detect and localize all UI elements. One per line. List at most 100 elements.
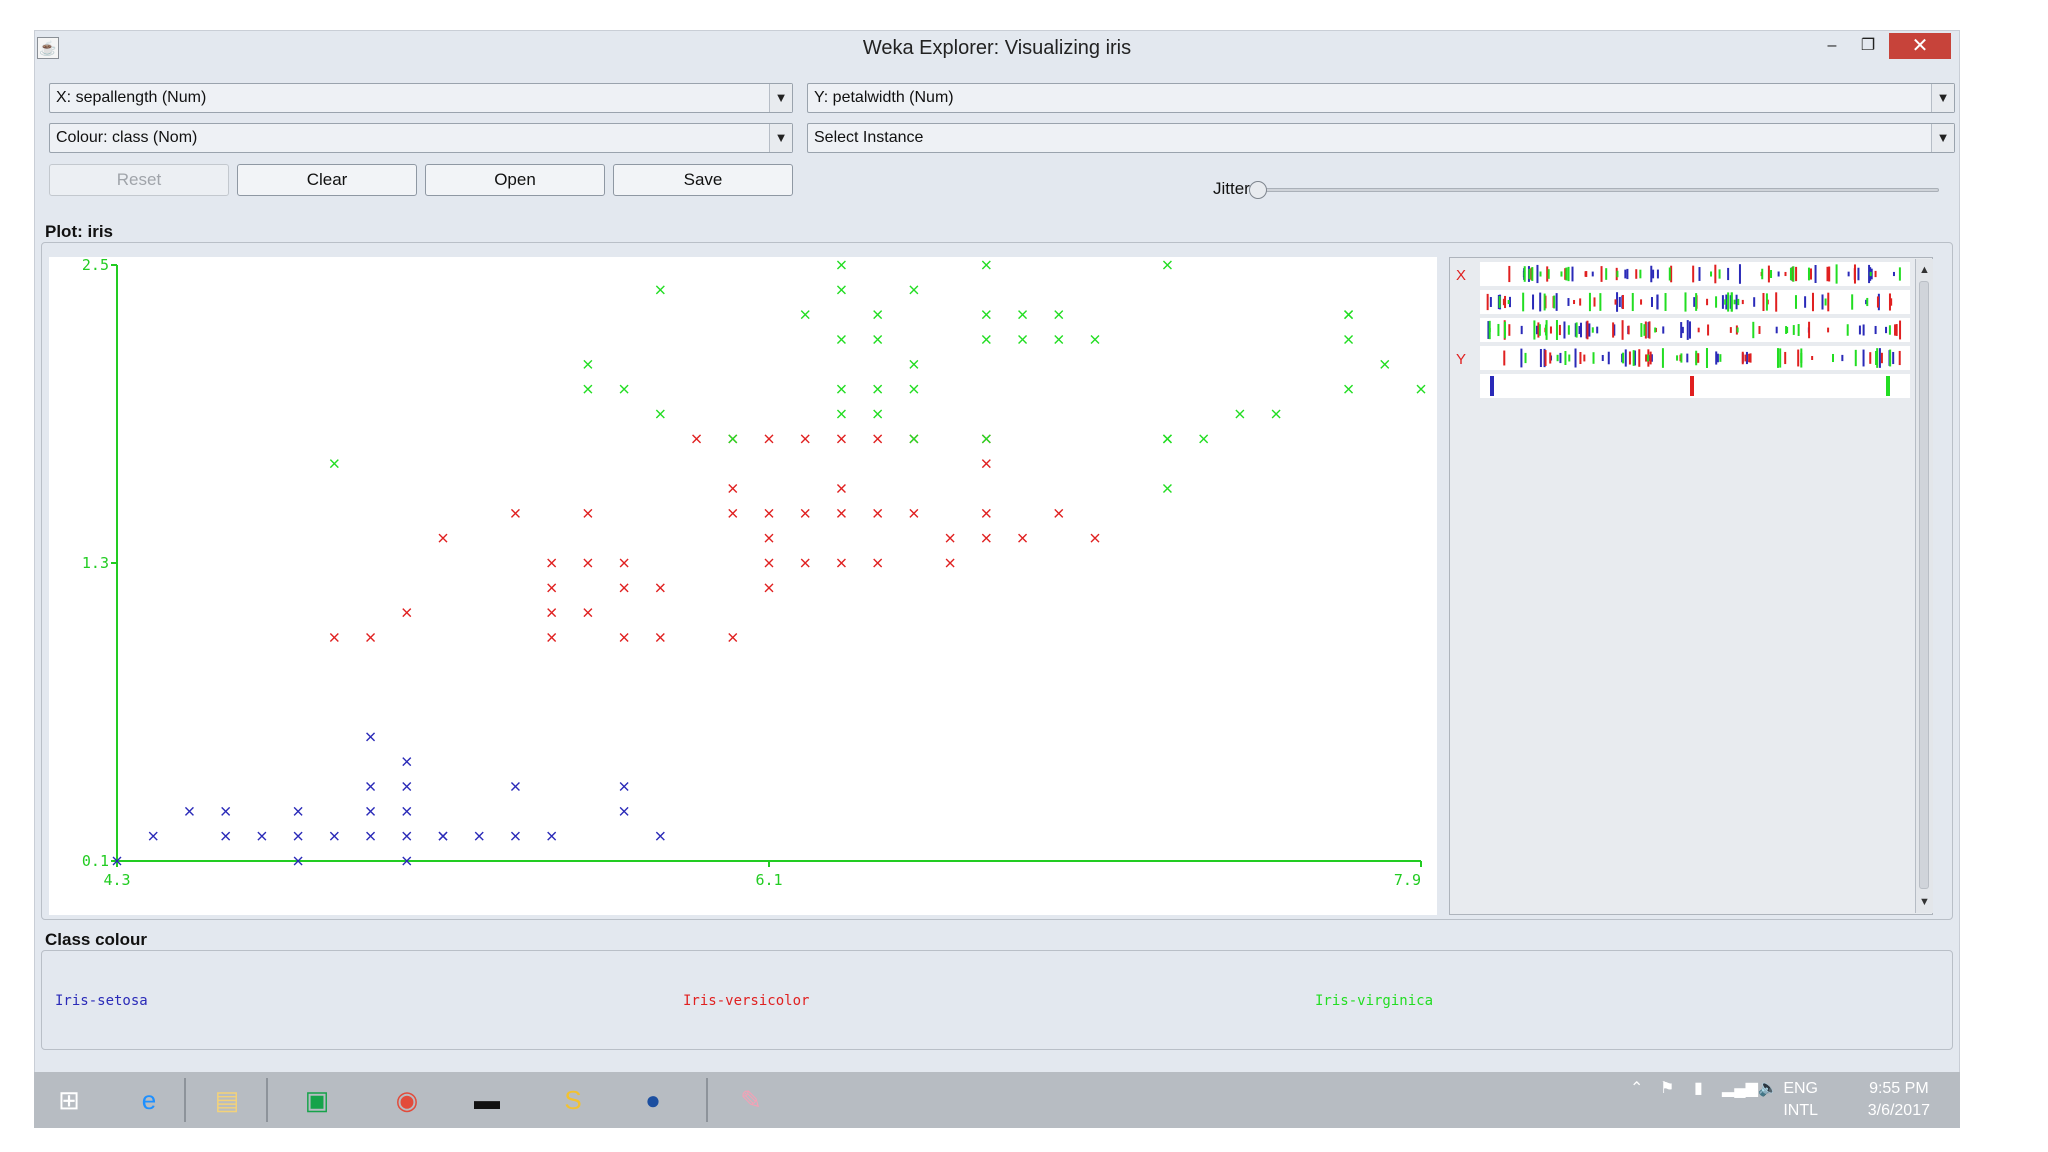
data-point-iris-versicolor[interactable]: [873, 558, 883, 568]
scatter-plot[interactable]: 4.3 6.1 7.9 2.5 1.3 0.1: [49, 256, 1437, 915]
data-point-iris-versicolor[interactable]: [583, 508, 593, 518]
data-point-iris-setosa[interactable]: [221, 806, 231, 816]
data-point-iris-virginica[interactable]: [655, 409, 665, 419]
save-button[interactable]: Save: [613, 164, 793, 196]
data-point-iris-setosa[interactable]: [474, 831, 484, 841]
data-point-iris-virginica[interactable]: [1235, 409, 1245, 419]
store-icon[interactable]: ▣: [290, 1076, 344, 1124]
legend-iris-setosa[interactable]: Iris-setosa: [55, 993, 148, 1009]
data-point-iris-versicolor[interactable]: [547, 633, 557, 642]
data-point-iris-versicolor[interactable]: [981, 533, 991, 543]
data-point-iris-virginica[interactable]: [836, 384, 846, 394]
data-point-iris-versicolor[interactable]: [655, 583, 665, 593]
data-point-iris-versicolor[interactable]: [728, 484, 738, 493]
data-point-iris-virginica[interactable]: [981, 260, 991, 270]
title-bar[interactable]: ☕ Weka Explorer: Visualizing iris – ❐ ✕: [35, 31, 1959, 69]
data-point-iris-virginica[interactable]: [909, 384, 919, 394]
data-point-iris-versicolor[interactable]: [547, 558, 557, 568]
data-point-iris-versicolor[interactable]: [764, 558, 774, 568]
clear-button[interactable]: Clear: [237, 164, 417, 196]
data-point-iris-virginica[interactable]: [583, 384, 593, 394]
data-point-iris-versicolor[interactable]: [800, 558, 810, 568]
data-point-iris-virginica[interactable]: [836, 260, 846, 270]
data-point-iris-setosa[interactable]: [293, 806, 303, 816]
data-point-iris-virginica[interactable]: [583, 359, 593, 369]
data-point-iris-versicolor[interactable]: [945, 533, 955, 543]
data-point-iris-virginica[interactable]: [1054, 335, 1064, 344]
network-icon[interactable]: ▂▄▆: [1722, 1078, 1758, 1098]
data-point-iris-versicolor[interactable]: [764, 508, 774, 518]
data-point-iris-versicolor[interactable]: [1018, 533, 1028, 543]
data-point-iris-versicolor[interactable]: [981, 508, 991, 518]
scroll-down-icon[interactable]: ▼: [1916, 893, 1933, 911]
data-point-iris-setosa[interactable]: [402, 806, 412, 816]
close-icon[interactable]: ✕: [1889, 33, 1951, 59]
system-clock[interactable]: 9:55 PM 3/6/2017: [1868, 1078, 1930, 1122]
data-point-iris-versicolor[interactable]: [547, 583, 557, 593]
data-point-iris-versicolor[interactable]: [836, 484, 846, 493]
data-point-iris-setosa[interactable]: [221, 831, 231, 841]
data-point-iris-virginica[interactable]: [1344, 335, 1354, 344]
data-point-iris-setosa[interactable]: [366, 732, 376, 742]
data-point-iris-setosa[interactable]: [402, 757, 412, 767]
select-instance-select[interactable]: Select Instance ▼: [807, 123, 1955, 153]
data-point-iris-versicolor[interactable]: [909, 508, 919, 518]
data-point-iris-versicolor[interactable]: [1054, 508, 1064, 518]
data-point-iris-setosa[interactable]: [510, 782, 520, 791]
minimize-icon[interactable]: –: [1815, 33, 1849, 59]
data-point-iris-versicolor[interactable]: [402, 608, 412, 618]
data-point-iris-setosa[interactable]: [438, 831, 448, 841]
cmd-icon[interactable]: ▬: [460, 1076, 514, 1124]
data-point-iris-setosa[interactable]: [148, 831, 158, 841]
chrome-icon[interactable]: ◉: [380, 1076, 434, 1124]
chevron-down-icon[interactable]: ▼: [1931, 84, 1954, 112]
data-point-iris-versicolor[interactable]: [764, 434, 774, 444]
data-point-iris-setosa[interactable]: [547, 831, 557, 841]
data-point-iris-virginica[interactable]: [1162, 260, 1172, 270]
data-point-iris-setosa[interactable]: [366, 782, 376, 791]
attribute-bar-row[interactable]: [1480, 262, 1910, 286]
data-point-iris-versicolor[interactable]: [873, 508, 883, 518]
data-point-iris-virginica[interactable]: [836, 285, 846, 295]
data-point-iris-virginica[interactable]: [1199, 434, 1209, 444]
data-point-iris-virginica[interactable]: [873, 409, 883, 419]
attribute-bar-row[interactable]: [1480, 374, 1910, 398]
data-point-iris-versicolor[interactable]: [873, 434, 883, 444]
data-point-iris-setosa[interactable]: [619, 782, 629, 791]
legend-iris-virginica[interactable]: Iris-virginica: [1315, 993, 1433, 1009]
data-point-iris-versicolor[interactable]: [764, 583, 774, 593]
paint-icon[interactable]: ✎: [724, 1076, 778, 1124]
data-point-iris-versicolor[interactable]: [329, 633, 339, 642]
data-point-iris-virginica[interactable]: [1054, 310, 1064, 320]
reset-button[interactable]: Reset: [49, 164, 229, 196]
data-point-iris-versicolor[interactable]: [510, 508, 520, 518]
data-point-iris-versicolor[interactable]: [692, 434, 702, 444]
x-axis-select[interactable]: X: sepallength (Num) ▼: [49, 83, 793, 113]
side-panel-scrollbar[interactable]: ▲ ▼: [1915, 259, 1933, 913]
chevron-down-icon[interactable]: ▼: [769, 84, 792, 112]
data-point-iris-virginica[interactable]: [981, 310, 991, 320]
scroll-up-icon[interactable]: ▲: [1916, 261, 1933, 279]
data-point-iris-virginica[interactable]: [329, 459, 339, 469]
battery-icon[interactable]: ▮: [1694, 1078, 1703, 1098]
data-point-iris-setosa[interactable]: [402, 831, 412, 841]
internet-explorer-icon[interactable]: e: [122, 1076, 176, 1124]
data-point-iris-virginica[interactable]: [909, 434, 919, 444]
data-point-iris-virginica[interactable]: [1018, 335, 1028, 344]
data-point-iris-versicolor[interactable]: [836, 558, 846, 568]
data-point-iris-versicolor[interactable]: [836, 434, 846, 444]
data-point-iris-virginica[interactable]: [1090, 335, 1100, 344]
data-point-iris-versicolor[interactable]: [981, 459, 991, 469]
data-point-iris-versicolor[interactable]: [728, 508, 738, 518]
data-point-iris-virginica[interactable]: [1018, 310, 1028, 320]
volume-icon[interactable]: 🔈: [1758, 1078, 1778, 1098]
data-point-iris-versicolor[interactable]: [800, 508, 810, 518]
data-point-iris-versicolor[interactable]: [945, 558, 955, 568]
data-point-iris-setosa[interactable]: [329, 831, 339, 841]
data-point-iris-versicolor[interactable]: [764, 533, 774, 543]
tray-chevron-up-icon[interactable]: ⌃: [1630, 1078, 1643, 1098]
chevron-down-icon[interactable]: ▼: [1931, 124, 1954, 152]
flag-icon[interactable]: ⚑: [1660, 1078, 1674, 1098]
data-point-iris-virginica[interactable]: [1416, 384, 1426, 394]
data-point-iris-setosa[interactable]: [366, 831, 376, 841]
